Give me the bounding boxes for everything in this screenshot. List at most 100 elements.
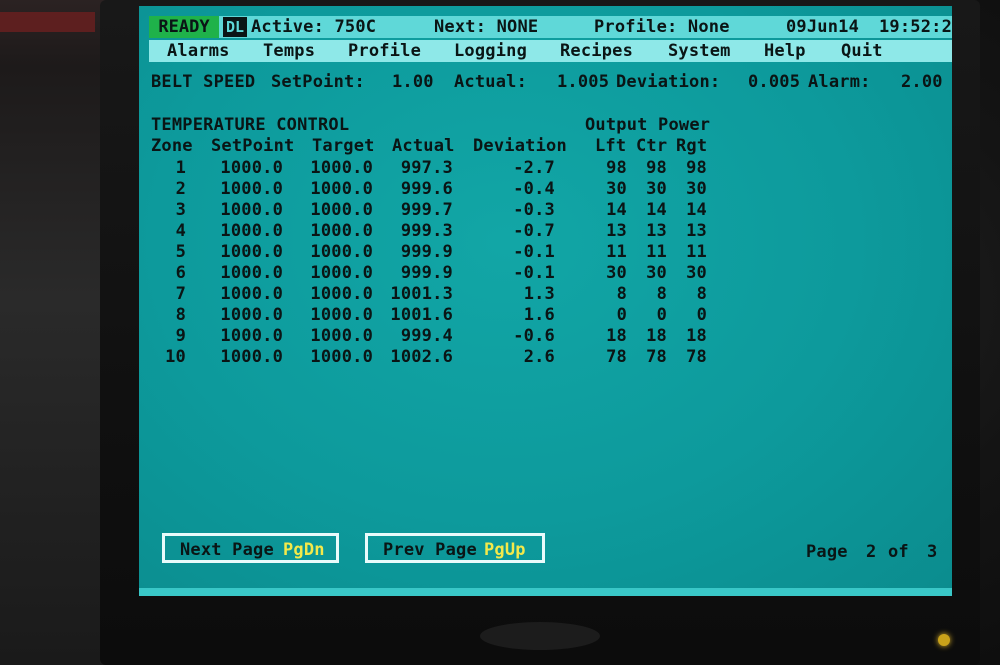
target-cell: 1000.0 [310, 179, 373, 199]
actual-cell: 999.4 [400, 326, 453, 346]
target-cell: 1000.0 [310, 158, 373, 178]
ctr-cell: 30 [646, 263, 667, 283]
menu-recipes[interactable]: Recipes [560, 41, 633, 61]
active-status: Active: 750C [251, 17, 377, 37]
setpoint-cell: 1000.0 [220, 179, 283, 199]
setpoint-cell: 1000.0 [220, 158, 283, 178]
zone-cell: 1 [175, 158, 186, 178]
belt-alarm-value: 2.00 [901, 72, 943, 92]
deviation-cell: 2.6 [523, 347, 555, 367]
header-rgt: Rgt [676, 136, 708, 156]
menu-profile[interactable]: Profile [348, 41, 421, 61]
belt-actual-label: Actual: [454, 72, 528, 92]
actual-cell: 1002.6 [390, 347, 453, 367]
belt-alarm-label: Alarm: [808, 72, 871, 92]
zone-cell: 3 [175, 200, 186, 220]
deviation-cell: -0.4 [513, 179, 555, 199]
setpoint-cell: 1000.0 [220, 326, 283, 346]
setpoint-cell: 1000.0 [220, 221, 283, 241]
setpoint-cell: 1000.0 [220, 200, 283, 220]
zone-cell: 9 [175, 326, 186, 346]
zone-cell: 7 [175, 284, 186, 304]
rgt-cell: 11 [686, 242, 707, 262]
target-cell: 1000.0 [310, 200, 373, 220]
deviation-cell: -2.7 [513, 158, 555, 178]
setpoint-cell: 1000.0 [220, 263, 283, 283]
header-setpoint: SetPoint [211, 136, 295, 156]
header-ctr: Ctr [636, 136, 668, 156]
deviation-cell: 1.6 [523, 305, 555, 325]
next-page-button[interactable]: Next Page PgDn [162, 533, 339, 563]
zone-cell: 5 [175, 242, 186, 262]
header-target: Target [312, 136, 375, 156]
ctr-cell: 0 [656, 305, 667, 325]
actual-cell: 999.9 [400, 242, 453, 262]
header-actual: Actual [392, 136, 455, 156]
pgup-key-label: PgUp [484, 540, 526, 560]
page-total: 3 [927, 542, 938, 562]
page-label: Page [806, 542, 848, 562]
ready-indicator: READY [149, 16, 219, 38]
terminal-screen: READY DL Active: 750C Next: NONE Profile… [139, 6, 952, 596]
setpoint-cell: 1000.0 [220, 305, 283, 325]
target-cell: 1000.0 [310, 221, 373, 241]
ctr-cell: 8 [656, 284, 667, 304]
rgt-cell: 0 [696, 305, 707, 325]
time: 19:52:2 [879, 17, 952, 37]
menu-alarms[interactable]: Alarms [167, 41, 230, 61]
output-power-header: Output Power [585, 115, 711, 135]
ctr-cell: 30 [646, 179, 667, 199]
lft-cell: 13 [606, 221, 627, 241]
belt-speed-label: BELT SPEED [151, 72, 256, 92]
belt-actual-value: 1.005 [557, 72, 610, 92]
lft-cell: 18 [606, 326, 627, 346]
ctr-cell: 78 [646, 347, 667, 367]
target-cell: 1000.0 [310, 347, 373, 367]
ctr-cell: 13 [646, 221, 667, 241]
rgt-cell: 78 [686, 347, 707, 367]
rgt-cell: 8 [696, 284, 707, 304]
rgt-cell: 18 [686, 326, 707, 346]
target-cell: 1000.0 [310, 284, 373, 304]
ctr-cell: 14 [646, 200, 667, 220]
menu-logging[interactable]: Logging [454, 41, 527, 61]
page-of: of [888, 542, 909, 562]
setpoint-cell: 1000.0 [220, 284, 283, 304]
header-lft: Lft [595, 136, 627, 156]
lft-cell: 30 [606, 263, 627, 283]
menu-bar: Alarms Temps Profile Logging Recipes Sys… [149, 40, 952, 62]
lft-cell: 30 [606, 179, 627, 199]
next-page-label: Next Page [180, 540, 274, 560]
profile-status: Profile: None [594, 17, 730, 37]
zone-cell: 2 [175, 179, 186, 199]
date: 09Jun14 [786, 17, 860, 37]
menu-temps[interactable]: Temps [263, 41, 315, 61]
next-status: Next: NONE [434, 17, 539, 37]
rgt-cell: 30 [686, 179, 707, 199]
deviation-cell: 1.3 [523, 284, 555, 304]
actual-cell: 999.7 [400, 200, 453, 220]
belt-deviation-value: 0.005 [748, 72, 801, 92]
zone-cell: 8 [175, 305, 186, 325]
page-current: 2 [866, 542, 877, 562]
dl-indicator: DL [223, 17, 247, 37]
deviation-cell: -0.3 [513, 200, 555, 220]
belt-setpoint-label: SetPoint: [271, 72, 365, 92]
target-cell: 1000.0 [310, 263, 373, 283]
actual-cell: 999.6 [400, 179, 453, 199]
menu-help[interactable]: Help [764, 41, 806, 61]
target-cell: 1000.0 [310, 326, 373, 346]
ctr-cell: 98 [646, 158, 667, 178]
ctr-cell: 18 [646, 326, 667, 346]
status-bar: READY DL Active: 750C Next: NONE Profile… [149, 16, 952, 38]
pgdn-key-label: PgDn [283, 540, 325, 560]
menu-quit[interactable]: Quit [841, 41, 883, 61]
power-led-icon[interactable] [938, 634, 950, 646]
header-deviation: Deviation [473, 136, 567, 156]
zone-cell: 10 [165, 347, 186, 367]
prev-page-button[interactable]: Prev Page PgUp [365, 533, 545, 563]
menu-system[interactable]: System [668, 41, 731, 61]
monitor-logo-area [480, 622, 600, 650]
lft-cell: 78 [606, 347, 627, 367]
actual-cell: 1001.6 [390, 305, 453, 325]
